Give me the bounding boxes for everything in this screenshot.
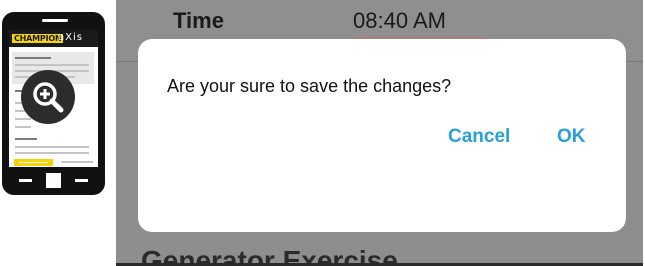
screen-text-line	[15, 152, 89, 154]
screen-text-line	[15, 146, 89, 148]
home-button-icon	[46, 173, 61, 188]
screen-text-line	[15, 64, 89, 66]
phone-speaker	[42, 19, 68, 22]
magnify-plus-icon	[21, 70, 75, 124]
screen-text-line	[15, 118, 31, 120]
time-label: Time	[173, 8, 224, 33]
logo-bar: CHAMPION aXis	[9, 30, 98, 47]
screen-text-line	[15, 126, 31, 128]
confirm-dialog: Are your sure to save the changes? Cance…	[138, 39, 626, 232]
cancel-button[interactable]: Cancel	[448, 126, 510, 148]
screen-text-line	[61, 161, 93, 163]
axis-logo: aXis	[58, 32, 83, 43]
app-screen: Time 08:40 AM Generator Exercise Are you…	[116, 0, 643, 266]
champion-logo: CHAMPION	[12, 34, 64, 43]
back-nav-icon	[19, 179, 32, 182]
time-value[interactable]: 08:40 AM	[353, 8, 446, 34]
menu-nav-icon	[75, 179, 88, 182]
phone-illustration: CHAMPION aXis	[2, 12, 105, 195]
ok-button[interactable]: OK	[557, 126, 586, 148]
screen-text-line	[15, 57, 51, 59]
dialog-message: Are your sure to save the changes?	[167, 76, 452, 96]
screen-text-line	[15, 138, 37, 140]
screen-yellow-button	[14, 159, 53, 166]
